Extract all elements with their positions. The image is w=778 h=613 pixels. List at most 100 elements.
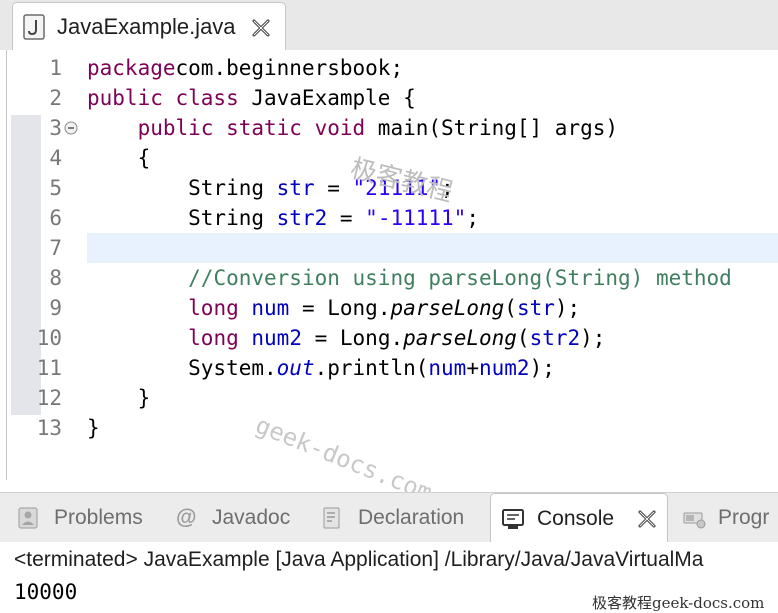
- tab-javadoc[interactable]: @ Javadoc: [170, 493, 310, 543]
- code-token: =: [314, 176, 353, 200]
- close-icon[interactable]: [251, 18, 271, 38]
- tab-console[interactable]: Console: [490, 493, 668, 543]
- line-number: 12: [36, 386, 62, 410]
- code-token: );: [580, 326, 606, 350]
- code-token: .println(: [314, 356, 429, 380]
- console-icon: [502, 509, 524, 529]
- code-editor[interactable]: 1 packagecom.beginnersbook; 2 public class …: [6, 50, 778, 480]
- progress-icon: [683, 512, 706, 529]
- code-text: }: [87, 413, 100, 443]
- code-line[interactable]: 7: [7, 233, 778, 263]
- code-token: "-11111": [365, 206, 467, 230]
- code-token: num: [428, 356, 467, 380]
- code-token: main(String[] args): [365, 116, 619, 140]
- editor-tab-javaexample[interactable]: JavaExample.java: [12, 2, 286, 50]
- editor-tab-bar: JavaExample.java: [0, 0, 778, 50]
- code-token: "21111": [352, 176, 442, 200]
- code-token: num2: [251, 326, 302, 350]
- tab-problems-label: Problems: [54, 506, 143, 529]
- java-file-icon: [23, 14, 45, 40]
- code-token: ;: [441, 176, 454, 200]
- close-icon[interactable]: [637, 509, 657, 529]
- code-token: public static void: [137, 116, 366, 140]
- fold-collapse-icon[interactable]: [64, 121, 78, 135]
- code-token: num2: [478, 356, 530, 380]
- line-number: 13: [36, 416, 62, 440]
- line-number: 1: [49, 56, 62, 80]
- code-text: long num = Long.parseLong(str);: [87, 293, 580, 323]
- code-text: public static void main(String[] args): [87, 113, 618, 143]
- code-line[interactable]: 6 String str2 = "-11111";: [7, 203, 778, 233]
- line-number: 10: [36, 326, 62, 350]
- line-number: 8: [49, 266, 62, 290]
- code-token: (: [516, 326, 530, 350]
- code-token: );: [529, 356, 555, 380]
- code-token: {: [87, 146, 151, 170]
- view-tab-bar: Problems @ Javadoc Declaration Console P…: [0, 492, 778, 543]
- code-line[interactable]: 2 public class JavaExample {: [7, 83, 778, 113]
- tab-problems[interactable]: Problems: [0, 493, 160, 543]
- editor-tab-label: JavaExample.java: [57, 14, 236, 39]
- code-token: parseLong: [403, 326, 517, 350]
- code-token: str2: [529, 326, 581, 350]
- code-token: System.: [87, 356, 277, 380]
- line-number: 3: [49, 116, 62, 140]
- code-token: String: [87, 206, 277, 230]
- code-line[interactable]: 8 //Conversion using parseLong(String) m…: [7, 263, 778, 293]
- code-text: long num2 = Long.parseLong(str2);: [87, 323, 605, 353]
- code-token: JavaExample {: [238, 86, 416, 110]
- line-number: 7: [49, 236, 62, 260]
- code-text: String str = "21111";: [87, 173, 454, 203]
- code-token: public class: [87, 86, 239, 110]
- code-token: num: [251, 296, 290, 320]
- code-token: str2: [276, 206, 328, 230]
- code-token: = Long.: [289, 296, 391, 320]
- code-token: =: [327, 206, 366, 230]
- tab-javadoc-label: Javadoc: [212, 506, 291, 529]
- code-token: parseLong: [390, 296, 505, 320]
- code-text: System.out.println(num+num2);: [87, 353, 555, 383]
- code-token: }: [87, 386, 151, 410]
- code-token: str: [516, 296, 555, 320]
- code-text: //Conversion using parseLong(String) met…: [87, 263, 732, 293]
- code-line[interactable]: 4 {: [7, 143, 778, 173]
- code-token: package: [87, 56, 176, 80]
- console-status: <terminated> JavaExample [Java Applicati…: [14, 548, 704, 571]
- line-number: 4: [49, 146, 62, 170]
- code-line[interactable]: 12 }: [7, 383, 778, 413]
- code-token: out: [276, 356, 315, 380]
- javadoc-icon: @: [176, 506, 197, 529]
- code-text: String str2 = "-11111";: [87, 203, 479, 233]
- tab-progress[interactable]: Progr: [672, 493, 778, 543]
- code-token: //Conversion using parseLong(String) met…: [188, 266, 732, 290]
- code-token: );: [554, 296, 581, 320]
- code-token: str: [276, 176, 315, 200]
- code-token: (: [504, 296, 517, 320]
- code-line[interactable]: 9 long num = Long.parseLong(str);: [7, 293, 778, 323]
- tab-declaration-label: Declaration: [358, 506, 465, 529]
- code-token: = Long.: [301, 326, 404, 350]
- code-text: }: [87, 383, 151, 413]
- line-number: 5: [49, 176, 62, 200]
- line-number: 2: [49, 86, 62, 110]
- tab-console-label: Console: [537, 507, 615, 530]
- code-line[interactable]: 1 packagecom.beginnersbook;: [7, 53, 778, 83]
- code-token: }: [87, 416, 100, 440]
- code-line[interactable]: 5 String str = "21111";: [7, 173, 778, 203]
- code-line[interactable]: 3 public static void main(String[] args): [7, 113, 778, 143]
- code-token: +: [466, 356, 479, 380]
- code-text: {: [87, 143, 151, 173]
- line-number: 11: [36, 356, 62, 380]
- code-line[interactable]: 10 long num2 = Long.parseLong(str2);: [7, 323, 778, 353]
- code-token: com.beginnersbook;: [175, 56, 404, 80]
- declaration-icon: [323, 507, 340, 529]
- code-line[interactable]: 11 System.out.println(num+num2);: [7, 353, 778, 383]
- code-line[interactable]: 13}: [7, 413, 778, 443]
- tab-declaration[interactable]: Declaration: [314, 493, 490, 543]
